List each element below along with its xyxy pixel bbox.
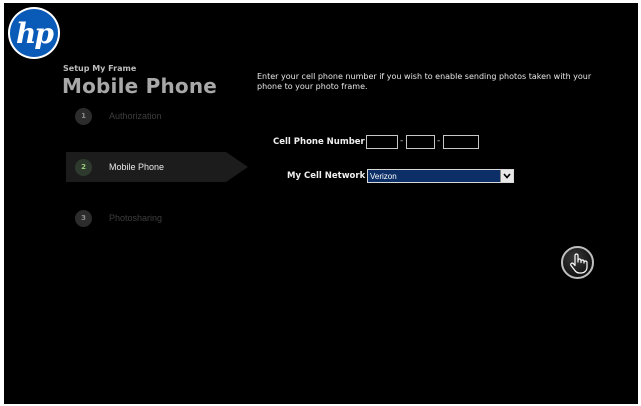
step-mobile-phone[interactable]: 2 Mobile Phone — [66, 152, 248, 182]
step-number: 2 — [75, 158, 92, 176]
setup-label: Setup My Frame — [63, 64, 137, 73]
phone-area-code-input[interactable] — [366, 135, 398, 149]
phone-separator: - — [400, 136, 404, 146]
cell-phone-number-label: Cell Phone Number — [273, 137, 365, 147]
my-cell-network-label: My Cell Network — [287, 171, 366, 181]
cell-network-select[interactable]: Verizon — [367, 169, 514, 183]
step-label: Mobile Phone — [109, 162, 165, 172]
step-number: 1 — [75, 107, 92, 125]
cell-network-value: Verizon — [370, 171, 397, 181]
phone-line-number-input[interactable] — [443, 135, 479, 149]
app-window: hp Setup My Frame Mobile Phone 1 Authori… — [4, 3, 638, 404]
step-label: Photosharing — [109, 213, 163, 223]
phone-prefix-input[interactable] — [406, 135, 435, 149]
chevron-down-icon[interactable] — [500, 170, 513, 182]
hand-pointer-icon[interactable] — [561, 246, 594, 279]
step-number: 3 — [75, 209, 92, 227]
page-title: Mobile Phone — [62, 74, 218, 98]
phone-separator: - — [437, 136, 441, 146]
step-label: Authorization — [109, 111, 162, 121]
step-photosharing[interactable]: 3 Photosharing — [66, 203, 226, 233]
hp-logo: hp — [10, 9, 58, 57]
step-authorization[interactable]: 1 Authorization — [66, 101, 226, 131]
instructions-text: Enter your cell phone number if you wish… — [257, 72, 592, 91]
